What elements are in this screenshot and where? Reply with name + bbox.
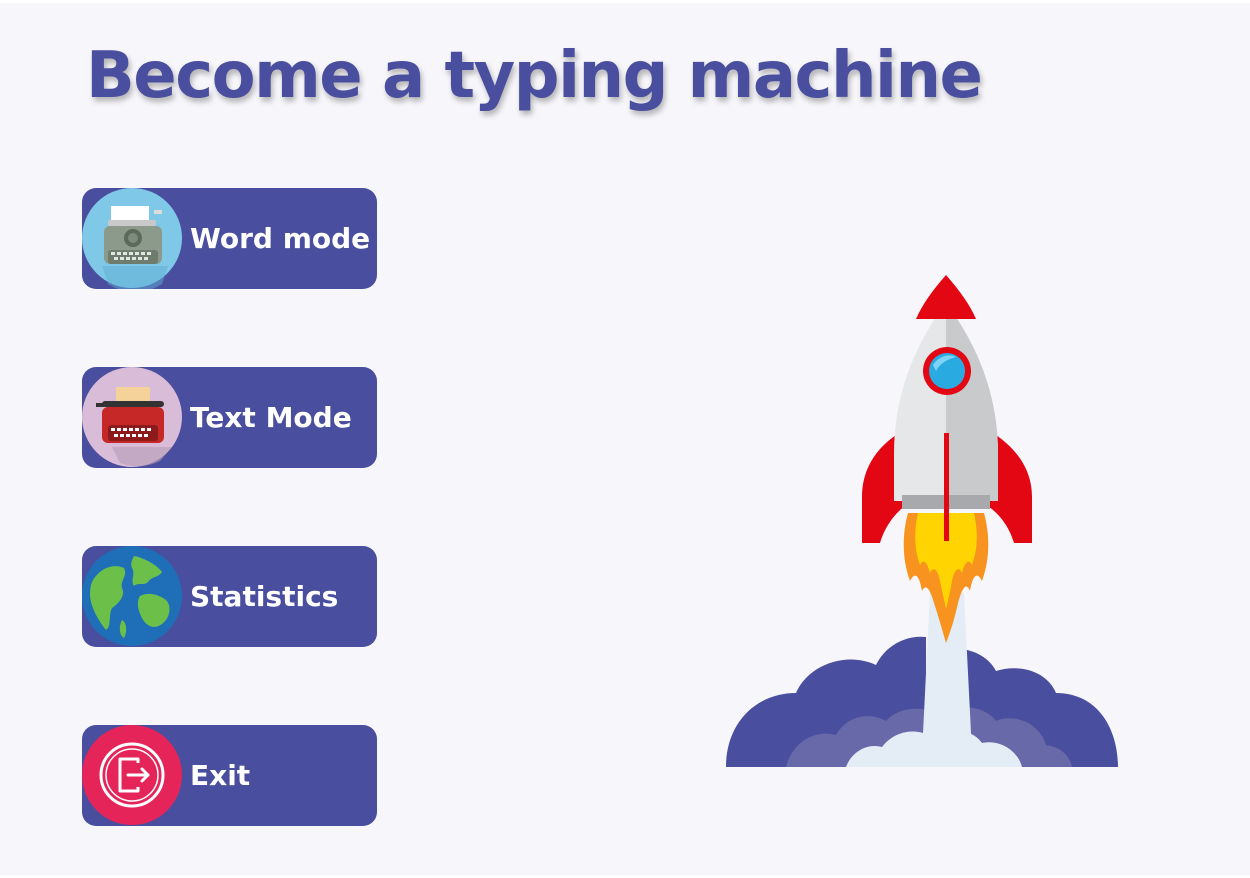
page-title: Become a typing machine [86,39,983,113]
exit-button[interactable]: Exit [82,725,377,826]
word-mode-button[interactable]: Word mode [82,188,377,289]
statistics-label: Statistics [190,580,339,613]
text-mode-button[interactable]: Text Mode [82,367,377,468]
rocket-nose-cone [916,275,976,319]
app-window: Become a typing machine Word mode Text M… [0,0,1250,878]
word-mode-label: Word mode [190,222,371,255]
typewriter-icon [82,188,183,289]
rocket-launch-illustration [726,273,1118,769]
text-mode-label: Text Mode [190,401,352,434]
exit-door-icon [82,725,183,826]
exit-label: Exit [190,759,251,792]
globe-icon [82,546,183,647]
smoke-cloud [726,636,1118,767]
red-typewriter-icon [82,367,183,468]
statistics-button[interactable]: Statistics [82,546,377,647]
